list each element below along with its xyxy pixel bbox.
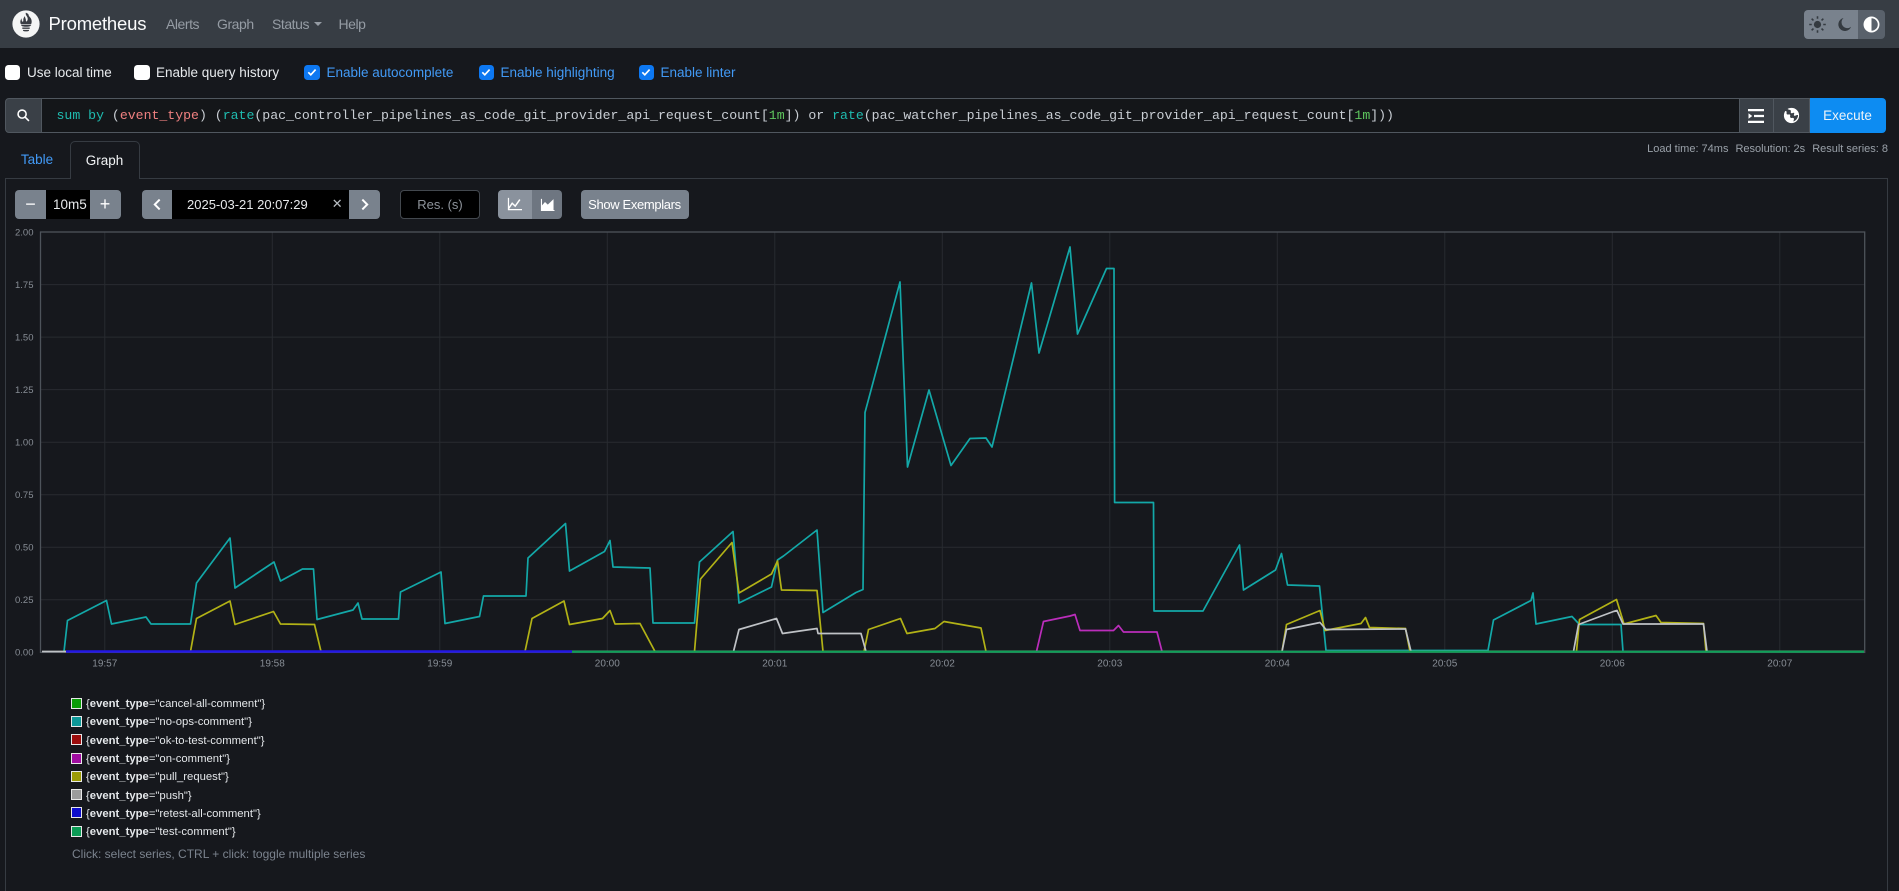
- svg-text:19:57: 19:57: [92, 659, 117, 670]
- svg-text:0.00: 0.00: [15, 648, 34, 659]
- svg-text:20:07: 20:07: [1767, 659, 1792, 670]
- svg-text:1.75: 1.75: [15, 280, 34, 291]
- svg-text:1.50: 1.50: [15, 332, 34, 343]
- svg-text:20:05: 20:05: [1432, 659, 1457, 670]
- svg-text:20:06: 20:06: [1600, 659, 1625, 670]
- svg-text:20:03: 20:03: [1097, 659, 1122, 670]
- svg-text:20:00: 20:00: [595, 659, 620, 670]
- svg-text:20:01: 20:01: [762, 659, 787, 670]
- svg-text:2.00: 2.00: [15, 227, 34, 238]
- svg-text:1.00: 1.00: [15, 438, 34, 449]
- svg-text:20:02: 20:02: [930, 659, 955, 670]
- svg-text:0.75: 0.75: [15, 490, 34, 501]
- svg-text:0.50: 0.50: [15, 543, 34, 554]
- svg-text:1.25: 1.25: [15, 385, 34, 396]
- svg-text:20:04: 20:04: [1265, 659, 1290, 670]
- svg-text:19:58: 19:58: [260, 659, 285, 670]
- svg-text:19:59: 19:59: [427, 659, 452, 670]
- svg-text:0.25: 0.25: [15, 595, 34, 606]
